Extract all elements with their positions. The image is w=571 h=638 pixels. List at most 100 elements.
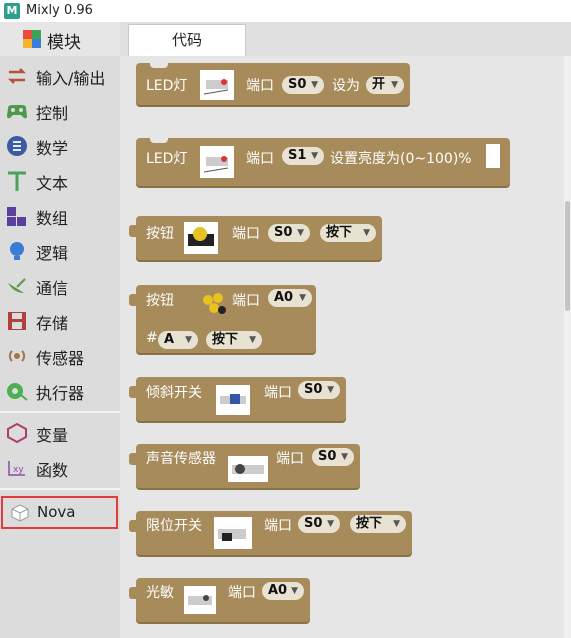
- toolbox-sidebar: 模块 输入/输出 控制 数学 文本 数组 逻辑 通信 存储 传感器 执行器 变量…: [0, 22, 120, 638]
- hash-label: #: [146, 330, 158, 346]
- category-math[interactable]: 数学: [0, 129, 120, 163]
- tilt-module-image: [216, 385, 250, 415]
- port-dropdown[interactable]: A0 ▼: [262, 582, 304, 600]
- port-label: 端口: [264, 385, 292, 401]
- mixly-logo-icon: M: [4, 3, 20, 19]
- block-label: 光敏: [146, 585, 174, 601]
- chevron-down-icon: ▼: [249, 335, 256, 345]
- category-logic[interactable]: 逻辑: [0, 234, 120, 268]
- block-tilt-switch[interactable]: 倾斜开关 端口 S0 ▼: [129, 377, 346, 421]
- chevron-down-icon: ▼: [327, 385, 334, 395]
- blocks-flyout: LED灯 端口 S0 ▼ 设为 开 ▼ LED灯 端口 S1 ▼ 设置亮度为(0~10…: [120, 56, 565, 638]
- state-dropdown[interactable]: 按下 ▼: [350, 515, 406, 533]
- button-module-image: [184, 222, 218, 254]
- port-value: S1: [288, 148, 307, 163]
- port-dropdown[interactable]: S1 ▼: [282, 147, 324, 165]
- category-storage[interactable]: 存储: [0, 304, 120, 338]
- block-label: 限位开关: [146, 518, 202, 534]
- actuator-icon: [7, 383, 28, 401]
- tab-code[interactable]: 代码: [128, 24, 246, 56]
- io-arrows-icon: [7, 68, 27, 84]
- text-t-icon: [8, 171, 26, 191]
- category-actuator[interactable]: 执行器: [0, 374, 120, 408]
- state-dropdown[interactable]: 按下 ▼: [320, 224, 376, 242]
- block-output-tab: [129, 453, 137, 465]
- sound-module-image: [228, 456, 268, 482]
- chevron-down-icon: ▼: [363, 228, 370, 238]
- category-label: 传感器: [36, 349, 85, 368]
- port-dropdown[interactable]: S0 ▼: [268, 224, 310, 242]
- category-sensor[interactable]: 传感器: [0, 339, 120, 373]
- port-label: 端口: [276, 451, 304, 467]
- toolbox-header: 模块: [0, 22, 120, 56]
- category-label: 文本: [36, 174, 69, 193]
- chevron-down-icon: ▼: [391, 80, 398, 90]
- light-module-image: [184, 586, 216, 614]
- block-notch: [150, 62, 168, 68]
- category-label: 控制: [36, 104, 69, 123]
- block-output-tab: [129, 386, 137, 398]
- port-value: S0: [304, 382, 323, 397]
- block-label: 声音传感器: [146, 451, 216, 467]
- scrollbar-thumb[interactable]: [565, 201, 570, 311]
- category-function[interactable]: xy 函数: [0, 451, 120, 485]
- port-dropdown[interactable]: A0 ▼: [268, 289, 312, 307]
- category-variable[interactable]: 变量: [0, 416, 120, 450]
- category-text[interactable]: 文本: [0, 164, 120, 198]
- block-output-tab: [129, 225, 137, 237]
- block-sound-sensor[interactable]: 声音传感器 端口 S0 ▼: [129, 444, 360, 488]
- block-button[interactable]: 按钮 端口 S0 ▼ 按下 ▼: [129, 216, 382, 260]
- state-dropdown[interactable]: 开 ▼: [366, 76, 404, 94]
- chevron-down-icon: ▼: [185, 335, 192, 345]
- port-dropdown[interactable]: S0 ▼: [282, 76, 324, 94]
- state-value: 按下: [212, 332, 239, 347]
- port-label: 端口: [246, 78, 274, 94]
- category-comm[interactable]: 通信: [0, 269, 120, 303]
- sidebar-divider: [0, 488, 120, 490]
- block-button-key[interactable]: 按钮 端口 A0 ▼ # A ▼ 按下 ▼: [129, 285, 316, 353]
- chevron-down-icon: ▼: [297, 228, 304, 238]
- block-output-tab: [129, 520, 137, 532]
- category-label: 数组: [36, 209, 69, 228]
- state-dropdown[interactable]: 按下 ▼: [206, 331, 262, 349]
- chevron-down-icon: ▼: [299, 293, 306, 303]
- tab-bar: 代码: [120, 22, 571, 56]
- brightness-label: 设置亮度为(0~100)%: [330, 151, 472, 167]
- category-label: 输入/输出: [36, 69, 106, 88]
- block-led-set[interactable]: LED灯 端口 S0 ▼ 设为 开 ▼: [136, 62, 410, 105]
- port-dropdown[interactable]: S0 ▼: [298, 381, 340, 399]
- port-dropdown[interactable]: S0 ▼: [312, 448, 354, 466]
- category-nova-selected[interactable]: Nova: [1, 496, 118, 529]
- category-label: 逻辑: [36, 244, 69, 263]
- bulb-icon: [10, 242, 24, 260]
- workspace-scrollbar[interactable]: [564, 56, 571, 638]
- block-limit-switch[interactable]: 限位开关 端口 S0 ▼ 按下 ▼: [129, 511, 412, 555]
- port-label: 端口: [232, 293, 260, 309]
- state-value: 按下: [356, 516, 383, 531]
- chevron-down-icon: ▼: [291, 586, 298, 596]
- block-led-brightness[interactable]: LED灯 端口 S1 ▼ 设置亮度为(0~100)%: [136, 137, 510, 186]
- category-control[interactable]: 控制: [0, 94, 120, 128]
- category-label: 存储: [36, 314, 69, 333]
- category-io[interactable]: 输入/输出: [0, 59, 120, 93]
- block-light-sensor[interactable]: 光敏 端口 A0 ▼: [129, 578, 310, 622]
- category-array[interactable]: 数组: [0, 199, 120, 233]
- key-dropdown[interactable]: A ▼: [158, 331, 198, 349]
- port-value: S0: [318, 449, 337, 464]
- array-blocks-icon: [7, 207, 26, 226]
- chevron-down-icon: ▼: [327, 519, 334, 529]
- block-output-tab: [129, 587, 137, 599]
- port-label: 端口: [228, 585, 256, 601]
- category-label: 函数: [36, 461, 69, 480]
- category-label: 变量: [36, 426, 69, 445]
- math-icon: [7, 136, 27, 156]
- port-dropdown[interactable]: S0 ▼: [298, 515, 340, 533]
- value-input-socket[interactable]: [486, 144, 500, 168]
- port-value: S0: [304, 516, 323, 531]
- window-title: Mixly 0.96: [26, 3, 93, 18]
- gamepad-icon: [7, 105, 27, 119]
- category-label: 数学: [36, 139, 69, 158]
- sensor-icon: [8, 350, 26, 362]
- button-module-image: [198, 288, 230, 320]
- port-value: S0: [274, 225, 293, 240]
